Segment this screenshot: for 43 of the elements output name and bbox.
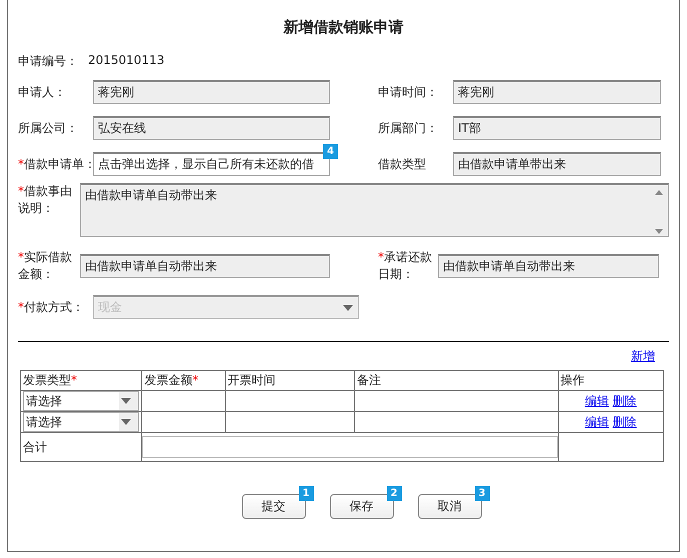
add-link[interactable]: 新增 xyxy=(631,348,655,365)
readonly-field: 由借款申请单自动带出来 xyxy=(438,254,659,278)
field-label: 申请编号： xyxy=(18,53,78,70)
field-label: 申请人： xyxy=(18,84,67,100)
field-label: *承诺还款日期： xyxy=(378,249,433,283)
field-label: *借款事由说明： xyxy=(18,183,73,217)
action-link[interactable]: 编辑 xyxy=(584,394,609,408)
action-link[interactable]: 删除 xyxy=(612,414,637,428)
text-area[interactable]: 由借款申请单自动带出来 xyxy=(80,183,669,237)
column-header: 操作 xyxy=(558,370,664,390)
caret-icon xyxy=(121,419,132,425)
action-link[interactable]: 删除 xyxy=(612,394,637,408)
form-title: 新增借款销账申请 xyxy=(282,18,404,37)
total-field[interactable] xyxy=(142,436,558,458)
readonly-field: 由借款申请单自动带出来 xyxy=(80,254,330,278)
readonly-field: 由借款申请单带出来 xyxy=(453,152,661,176)
column-header: 备注 xyxy=(354,370,558,390)
readonly-field: 蒋宪刚 xyxy=(453,80,661,104)
type-dropdown[interactable]: 请选择 xyxy=(23,412,140,432)
field-label: *实际借款金额： xyxy=(18,249,73,283)
column-header: 发票金额* xyxy=(142,370,226,390)
number-badge: 1 xyxy=(298,486,314,501)
readonly-field: 弘安在线 xyxy=(93,116,330,140)
number-badge: 3 xyxy=(474,486,490,501)
field-label: 所属部门： xyxy=(378,120,439,136)
application-number: 2015010113 xyxy=(88,53,164,69)
caret-icon xyxy=(121,398,132,404)
readonly-field: 蒋宪刚 xyxy=(93,80,330,104)
caret-icon xyxy=(343,304,353,310)
field-label: 借款类型 xyxy=(378,156,427,172)
field-label: 申请时间： xyxy=(378,84,439,100)
column-header: 发票类型* xyxy=(20,370,142,390)
input-field[interactable]: 点击弹出选择，显示自己所有未还款的借 xyxy=(93,152,330,176)
table-cell: 合计 xyxy=(20,432,142,462)
action-link[interactable]: 编辑 xyxy=(584,414,609,428)
field-label: 所属公司： xyxy=(18,120,79,136)
number-badge: 4 xyxy=(323,144,338,159)
readonly-field: IT部 xyxy=(453,116,661,140)
column-header: 开票时间 xyxy=(225,370,355,390)
field-label: *付款方式： xyxy=(18,298,85,316)
number-badge: 2 xyxy=(386,486,402,501)
field-label: *借款申请单： xyxy=(18,156,93,172)
type-dropdown[interactable]: 请选择 xyxy=(23,391,140,411)
